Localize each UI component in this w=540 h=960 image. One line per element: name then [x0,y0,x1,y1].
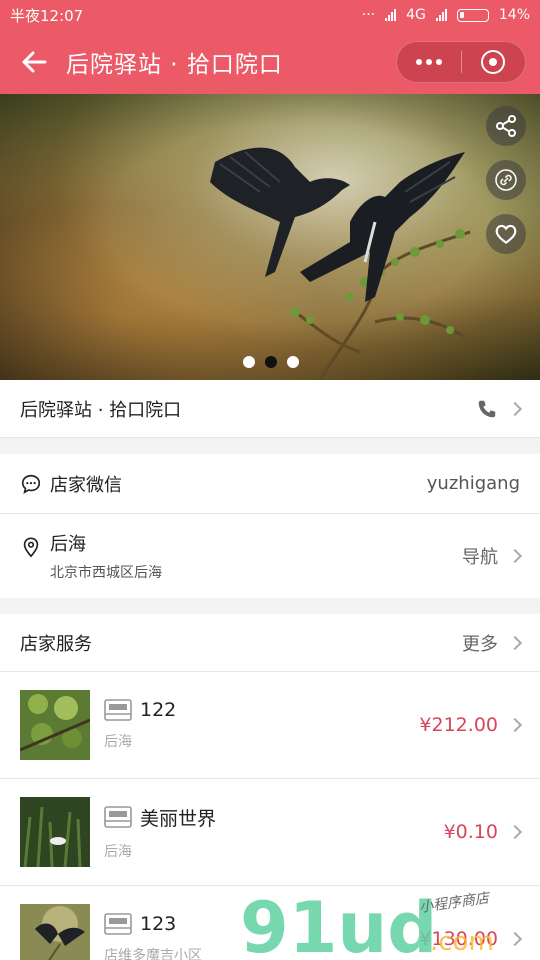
service-price: ¥0.10 [443,821,498,843]
status-time: 半夜12:07 [10,6,84,25]
favorite-button[interactable] [486,214,526,254]
services-header[interactable]: 店家服务 更多 [0,614,540,672]
banner-carousel[interactable] [0,94,540,380]
service-name: 美丽世界 [140,807,217,830]
signal-icon [385,9,397,21]
more-services-button[interactable]: 更多 [462,630,523,656]
wechat-id: yuzhigang [426,473,520,494]
shop-name: 后院驿站 · 拾口院口 [20,399,182,421]
wechat-label: 店家微信 [50,474,122,496]
chevron-right-icon [507,401,523,416]
chat-bubble-icon [21,474,41,494]
address-name: 后海 [50,534,86,555]
service-item[interactable]: 美丽世界 后海 ¥0.10 [0,779,540,886]
page-title: 后院驿站 · 拾口院口 [66,52,283,78]
phone-icon [478,400,496,417]
chevron-right-icon [507,635,523,650]
banner-actions [486,106,526,254]
wechat-row[interactable]: 店家微信 yuzhigang [0,454,540,514]
network-label: 4G [406,7,426,23]
services-section: 店家服务 更多 122 后海 ¥212.00 美丽世界 后海 ¥0.10 123… [0,614,540,960]
shop-name-row[interactable]: 后院驿站 · 拾口院口 [0,380,540,438]
battery-level: 14% [498,7,530,23]
services-title: 店家服务 [20,633,92,655]
birds-image [210,147,471,380]
service-thumbnail [20,690,90,760]
bed-icon [104,699,132,721]
carousel-dot[interactable] [243,356,255,368]
back-arrow-icon [22,51,47,73]
call-button[interactable] [476,398,523,420]
service-item[interactable]: 123 店维多魔吉小区 ¥130.00 [0,886,540,960]
navigate-label: 导航 [462,547,498,568]
navigate-button[interactable]: 导航 [462,543,523,569]
chevron-right-icon [507,717,523,733]
share-button[interactable] [486,106,526,146]
heart-icon [495,224,517,244]
bed-icon [104,913,132,935]
service-item[interactable]: 122 后海 ¥212.00 [0,672,540,779]
address-row[interactable]: 后海 北京市西城区后海 导航 [0,514,540,598]
service-thumbnail [20,797,90,867]
more-dots-icon: ··· [361,7,376,23]
chevron-right-icon [507,824,523,840]
more-button[interactable] [397,42,461,82]
status-indicators: ··· 4G 14% [362,7,530,23]
bed-icon [104,806,132,828]
copy-link-button[interactable] [486,160,526,200]
service-location: 店维多魔吉小区 [104,948,202,960]
address-detail: 北京市西城区后海 [50,565,162,581]
chevron-right-icon [507,548,523,564]
signal-icon [435,9,447,21]
service-thumbnail [20,904,90,960]
link-icon [495,169,517,191]
section-gap [0,438,540,454]
target-icon [481,50,506,74]
status-bar: 半夜12:07 ··· 4G 14% [0,0,540,30]
service-name: 122 [140,699,177,721]
battery-icon [456,8,489,22]
carousel-indicators [243,356,299,368]
location-pin-icon [23,537,39,558]
more-dots-icon [415,59,442,65]
close-miniprogram-button[interactable] [462,42,526,82]
service-price: ¥212.00 [419,714,498,736]
more-label: 更多 [462,633,498,655]
section-gap [0,598,540,614]
service-location: 后海 [104,734,132,750]
service-name: 123 [140,913,177,935]
service-location: 后海 [104,843,132,860]
carousel-dot[interactable] [287,356,299,368]
nav-bar: 后院驿站 · 拾口院口 [0,30,540,94]
carousel-dot-active[interactable] [265,356,277,368]
chevron-right-icon [507,931,523,947]
capsule-menu [396,41,526,83]
share-icon [496,115,516,137]
back-button[interactable] [18,46,50,78]
service-price: ¥130.00 [419,928,498,950]
